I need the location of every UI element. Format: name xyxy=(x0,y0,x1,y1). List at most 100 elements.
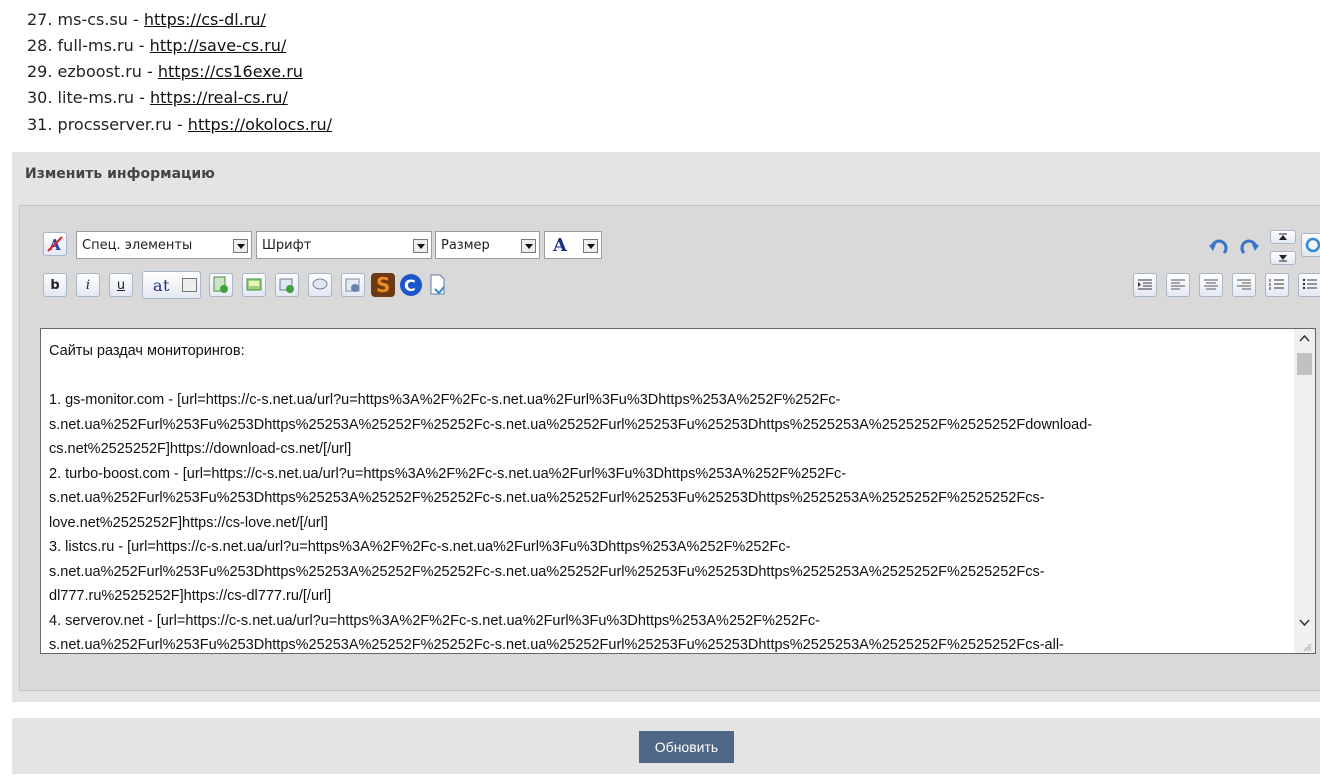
insert-code-button[interactable] xyxy=(341,273,365,297)
svg-text:C: C xyxy=(404,276,416,295)
textarea-content: Сайты раздач мониторингов: 1. gs-monitor… xyxy=(49,343,1093,653)
refresh-icon xyxy=(1305,237,1320,253)
form-footer: Обновить xyxy=(12,718,1320,774)
copyright-icon: C xyxy=(400,274,422,296)
chevron-down-icon xyxy=(182,278,197,292)
insert-link-button[interactable] xyxy=(209,273,233,297)
copyright-button[interactable]: C xyxy=(398,272,424,298)
numbered-list-button[interactable] xyxy=(1265,273,1289,297)
list-item: 30. lite-ms.ru - https://real-cs.ru/ xyxy=(27,88,288,107)
chevron-down-icon xyxy=(583,239,598,253)
refresh-button[interactable] xyxy=(1301,233,1320,257)
bullet-list-button[interactable] xyxy=(1298,273,1320,297)
align-center-icon xyxy=(1204,279,1218,290)
media-icon xyxy=(279,278,294,293)
italic-icon: i xyxy=(85,277,91,293)
undo-button[interactable] xyxy=(1206,236,1230,260)
list-item: 31. procsserver.ru - https://okolocs.ru/ xyxy=(27,115,332,134)
list-item: 29. ezboost.ru - https://cs16exe.ru xyxy=(27,62,303,81)
text-style-icon: at xyxy=(153,276,170,294)
quote-icon xyxy=(312,278,328,290)
wysiwyg-editor: A Спец. элементы Шрифт Размер A xyxy=(19,205,1320,691)
svg-text:a: a xyxy=(153,276,163,294)
list-link[interactable]: https://cs-dl.ru/ xyxy=(144,10,266,29)
numbered-list-icon xyxy=(1269,279,1284,290)
document-icon xyxy=(430,274,445,295)
textarea-scrollbar[interactable] xyxy=(1294,329,1315,653)
spoiler-button[interactable]: S xyxy=(370,272,396,298)
special-elements-select[interactable]: Спец. элементы xyxy=(76,231,252,259)
italic-button[interactable]: i xyxy=(76,273,100,297)
scroll-up-icon[interactable] xyxy=(1299,334,1310,342)
list-site: lite-ms.ru xyxy=(57,88,135,107)
insert-image-button[interactable] xyxy=(242,273,266,297)
insert-media-button[interactable] xyxy=(275,273,299,297)
list-number: 30. xyxy=(27,88,53,107)
remove-format-icon: A xyxy=(47,236,63,253)
list-number: 29. xyxy=(27,62,53,81)
list-link[interactable]: https://okolocs.ru/ xyxy=(188,115,332,134)
underline-button[interactable]: u xyxy=(109,273,133,297)
font-select[interactable]: Шрифт xyxy=(256,231,432,259)
font-color-select[interactable]: A xyxy=(544,231,602,259)
special-elements-label: Спец. элементы xyxy=(82,238,193,253)
chevron-down-icon xyxy=(233,239,248,253)
font-color-icon: A xyxy=(553,235,567,256)
list-site: ezboost.ru xyxy=(57,62,142,81)
spoiler-icon: S xyxy=(371,273,395,297)
update-button[interactable]: Обновить xyxy=(639,731,734,763)
clipped-list-item xyxy=(27,0,484,4)
align-left-button[interactable] xyxy=(1166,273,1190,297)
content-textarea[interactable]: Сайты раздач мониторингов: 1. gs-monitor… xyxy=(40,328,1316,654)
outdent-icon xyxy=(1138,279,1152,290)
align-center-button[interactable] xyxy=(1199,273,1223,297)
size-select[interactable]: Размер xyxy=(435,231,540,259)
arrow-down-icon xyxy=(1279,255,1287,262)
link-icon xyxy=(213,276,228,293)
bold-button[interactable]: b xyxy=(43,273,67,297)
align-left-icon xyxy=(1171,279,1185,290)
bold-icon: b xyxy=(50,277,60,293)
size-label: Размер xyxy=(441,238,490,253)
list-site: full-ms.ru xyxy=(57,36,134,55)
list-item: 28. full-ms.ru - http://save-cs.ru/ xyxy=(27,36,286,55)
redo-icon xyxy=(1240,239,1259,255)
list-link[interactable]: https://cs16exe.ru xyxy=(158,62,303,81)
svg-text:S: S xyxy=(376,273,390,297)
code-icon xyxy=(345,278,360,292)
expand-up-button[interactable] xyxy=(1270,230,1296,244)
list-item: 27. ms-cs.su - https://cs-dl.ru/ xyxy=(27,10,266,29)
list-separator: - xyxy=(133,36,150,55)
scroll-down-icon[interactable] xyxy=(1299,619,1310,627)
font-label: Шрифт xyxy=(262,238,312,253)
svg-text:t: t xyxy=(163,276,170,294)
remove-format-button[interactable]: A xyxy=(43,232,67,256)
chevron-down-icon xyxy=(413,239,428,253)
list-link[interactable]: https://real-cs.ru/ xyxy=(150,88,288,107)
list-site: procsserver.ru xyxy=(57,115,172,134)
redo-button[interactable] xyxy=(1238,236,1262,260)
arrow-up-icon xyxy=(1279,233,1287,240)
list-number: 27. xyxy=(27,10,53,29)
list-separator: - xyxy=(141,62,158,81)
undo-icon xyxy=(1209,239,1228,255)
list-separator: - xyxy=(171,115,188,134)
panel-title: Изменить информацию xyxy=(25,166,215,182)
resize-handle-icon[interactable] xyxy=(1302,642,1312,652)
bullet-list-icon xyxy=(1302,278,1317,290)
insert-quote-button[interactable] xyxy=(308,273,332,297)
scrollbar-thumb[interactable] xyxy=(1297,353,1312,375)
outdent-button[interactable] xyxy=(1133,273,1157,297)
list-number: 31. xyxy=(27,115,53,134)
list-link[interactable]: http://save-cs.ru/ xyxy=(150,36,287,55)
insert-document-button[interactable] xyxy=(426,273,450,297)
underline-icon: u xyxy=(116,277,126,293)
align-right-button[interactable] xyxy=(1232,273,1256,297)
list-separator: - xyxy=(134,88,151,107)
list-number: 28. xyxy=(27,36,53,55)
image-icon xyxy=(246,278,262,291)
list-separator: - xyxy=(127,10,144,29)
text-style-select[interactable]: at xyxy=(142,271,201,299)
align-right-icon xyxy=(1237,279,1251,290)
expand-down-button[interactable] xyxy=(1270,251,1296,265)
